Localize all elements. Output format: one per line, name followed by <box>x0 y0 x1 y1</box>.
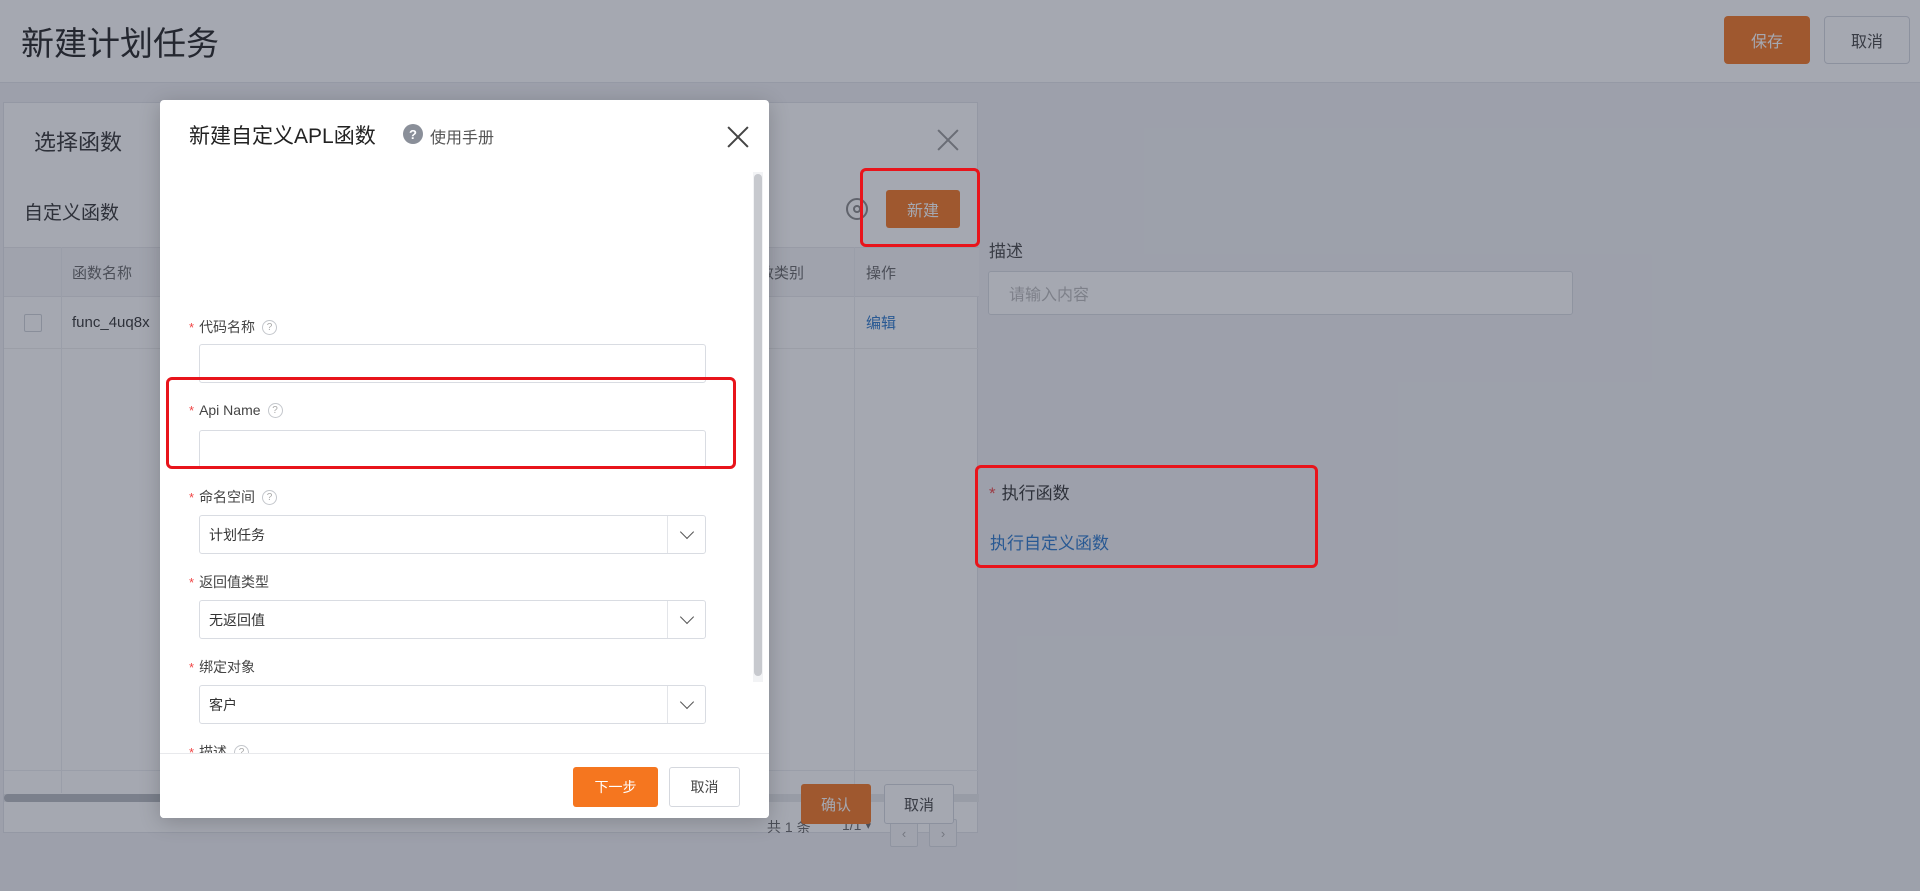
next-step-button[interactable]: 下一步 <box>573 767 658 807</box>
return-type-label-text: 返回值类型 <box>199 574 270 590</box>
return-type-label: * 返回值类型 <box>189 572 269 592</box>
required-mark: * <box>189 319 195 335</box>
help-icon[interactable]: ? <box>403 124 423 144</box>
required-mark: * <box>189 574 195 590</box>
bind-object-label-text: 绑定对象 <box>199 659 256 675</box>
question-icon[interactable]: ? <box>262 489 278 505</box>
vertical-scrollbar[interactable] <box>753 172 763 682</box>
required-mark: * <box>189 489 195 505</box>
namespace-select[interactable]: 计划任务 <box>199 515 706 554</box>
return-type-value: 无返回值 <box>209 611 265 628</box>
highlight-namespace-field <box>166 377 736 469</box>
return-type-select[interactable]: 无返回值 <box>199 600 706 639</box>
required-mark: * <box>189 659 195 675</box>
namespace-label-text: 命名空间 <box>199 489 256 505</box>
highlight-new-button <box>860 168 980 247</box>
question-icon[interactable]: ? <box>234 744 250 753</box>
modal-description-label: * 描述? <box>189 742 250 754</box>
code-name-label-text: 代码名称 <box>199 319 256 335</box>
close-icon[interactable] <box>725 124 751 150</box>
bind-object-value: 客户 <box>209 696 237 713</box>
modal-description-label-text: 描述 <box>199 744 228 753</box>
modal-cancel-button[interactable]: 取消 <box>669 767 740 807</box>
modal-footer: 下一步 取消 <box>160 753 769 818</box>
chevron-down-icon <box>667 516 705 553</box>
question-icon[interactable]: ? <box>262 319 278 335</box>
namespace-value: 计划任务 <box>209 526 265 543</box>
highlight-exec-function <box>975 465 1318 568</box>
chevron-down-icon <box>667 686 705 723</box>
namespace-label: * 命名空间? <box>189 487 278 507</box>
bind-object-label: * 绑定对象 <box>189 657 255 677</box>
chevron-down-icon <box>667 601 705 638</box>
code-name-label: * 代码名称? <box>189 317 278 337</box>
modal-title: 新建自定义APL函数 <box>189 125 376 148</box>
bind-object-select[interactable]: 客户 <box>199 685 706 724</box>
user-manual-link[interactable]: 使用手册 <box>430 124 494 148</box>
required-mark: * <box>189 744 195 754</box>
